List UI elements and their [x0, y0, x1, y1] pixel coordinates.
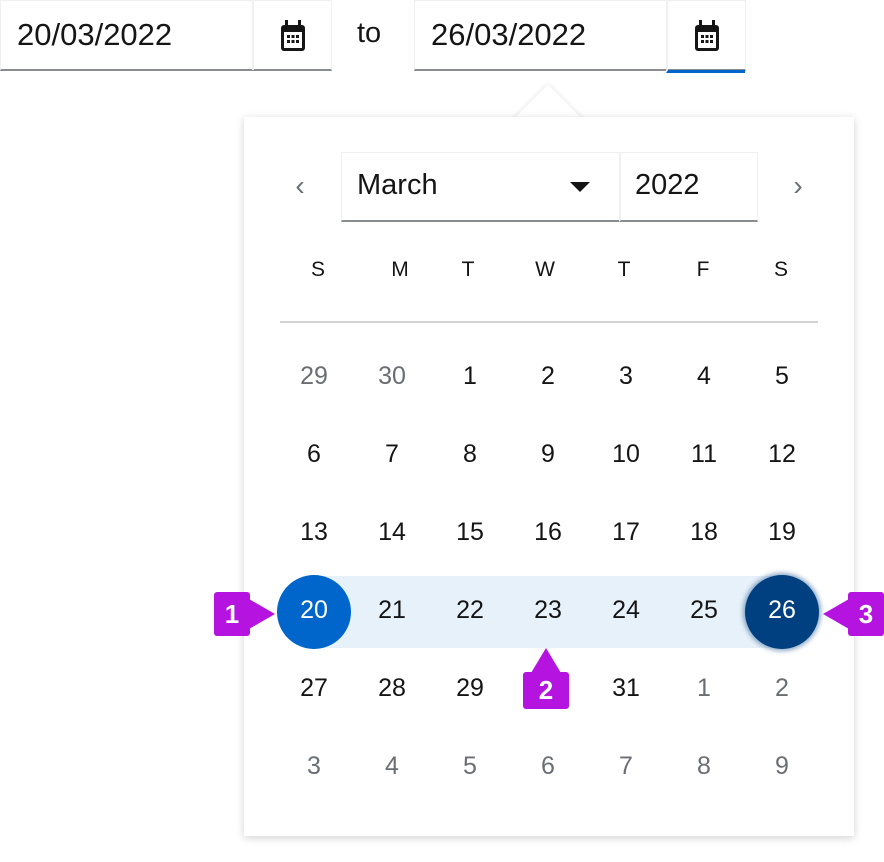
weekday-header: F: [696, 258, 710, 281]
calendar-popover: [244, 117, 854, 836]
day-cell[interactable]: 4: [674, 356, 734, 396]
day-cell[interactable]: 19: [752, 512, 812, 552]
day-cell[interactable]: 5: [752, 356, 812, 396]
day-cell-outside-month[interactable]: 3: [284, 746, 344, 786]
weekday-header: W: [535, 258, 555, 281]
calendar-icon: [280, 19, 305, 51]
day-cell[interactable]: 27: [284, 668, 344, 708]
day-cell[interactable]: 22: [440, 590, 500, 630]
day-cell-outside-month[interactable]: 4: [362, 746, 422, 786]
prev-month-button[interactable]: ‹: [285, 170, 315, 202]
day-cell-outside-month[interactable]: 30: [362, 356, 422, 396]
day-cell-outside-month[interactable]: 2: [752, 668, 812, 708]
day-cell[interactable]: 12: [752, 434, 812, 474]
day-cell[interactable]: 17: [596, 512, 656, 552]
weekday-header: T: [617, 258, 631, 281]
divider: [280, 321, 818, 323]
start-date-field[interactable]: 20/03/2022: [0, 0, 332, 71]
day-cell-outside-month[interactable]: 6: [518, 746, 578, 786]
end-date-calendar-button[interactable]: [666, 1, 745, 73]
day-cell-outside-month[interactable]: 1: [674, 668, 734, 708]
weekday-header: S: [310, 258, 325, 281]
popover-arrow: [512, 83, 584, 119]
month-value: March: [357, 169, 438, 201]
day-cell-outside-month[interactable]: 8: [674, 746, 734, 786]
callout-1-pointer: [249, 599, 275, 629]
callout-2: 2: [523, 672, 569, 709]
weekday-header: T: [461, 258, 475, 281]
day-cell[interactable]: 10: [596, 434, 656, 474]
end-date-input[interactable]: 26/03/2022: [431, 17, 586, 53]
year-input[interactable]: 2022: [619, 152, 758, 222]
day-cell-outside-month[interactable]: 7: [596, 746, 656, 786]
day-cell[interactable]: 18: [674, 512, 734, 552]
day-cell[interactable]: 21: [362, 590, 422, 630]
day-cell[interactable]: 20: [284, 590, 344, 630]
start-date-input[interactable]: 20/03/2022: [17, 17, 172, 53]
day-cell[interactable]: 1: [440, 356, 500, 396]
next-month-button[interactable]: ›: [783, 170, 813, 202]
day-cell[interactable]: 28: [362, 668, 422, 708]
callout-3: 3: [848, 592, 884, 636]
end-date-field[interactable]: 26/03/2022: [414, 0, 746, 73]
chevron-right-icon: ›: [793, 170, 803, 201]
day-cell[interactable]: 16: [518, 512, 578, 552]
day-cell[interactable]: 23: [518, 590, 578, 630]
year-value: 2022: [635, 169, 700, 201]
day-cell[interactable]: 31: [596, 668, 656, 708]
weekday-header: M: [391, 258, 409, 281]
day-cell-outside-month[interactable]: 9: [752, 746, 812, 786]
day-cell[interactable]: 14: [362, 512, 422, 552]
calendar-icon: [694, 19, 719, 51]
day-cell[interactable]: 25: [674, 590, 734, 630]
day-cell[interactable]: 29: [440, 668, 500, 708]
day-cell[interactable]: 15: [440, 512, 500, 552]
day-cell[interactable]: 26: [752, 590, 812, 630]
month-select[interactable]: March: [341, 152, 620, 222]
day-cell[interactable]: 9: [518, 434, 578, 474]
weekday-header: S: [773, 258, 788, 281]
start-date-calendar-button[interactable]: [252, 1, 331, 70]
range-separator: to: [357, 17, 382, 49]
chevron-left-icon: ‹: [295, 170, 305, 201]
day-cell[interactable]: 3: [596, 356, 656, 396]
day-cell[interactable]: 6: [284, 434, 344, 474]
callout-3-pointer: [823, 599, 849, 629]
callout-2-pointer: [531, 648, 561, 673]
callout-1: 1: [214, 592, 250, 636]
day-cell[interactable]: 2: [518, 356, 578, 396]
day-cell[interactable]: 13: [284, 512, 344, 552]
day-cell-outside-month[interactable]: 5: [440, 746, 500, 786]
day-cell-outside-month[interactable]: 29: [284, 356, 344, 396]
caret-down-icon: [570, 182, 590, 192]
day-cell[interactable]: 24: [596, 590, 656, 630]
day-cell[interactable]: 11: [674, 434, 734, 474]
day-cell[interactable]: 8: [440, 434, 500, 474]
day-cell[interactable]: 7: [362, 434, 422, 474]
